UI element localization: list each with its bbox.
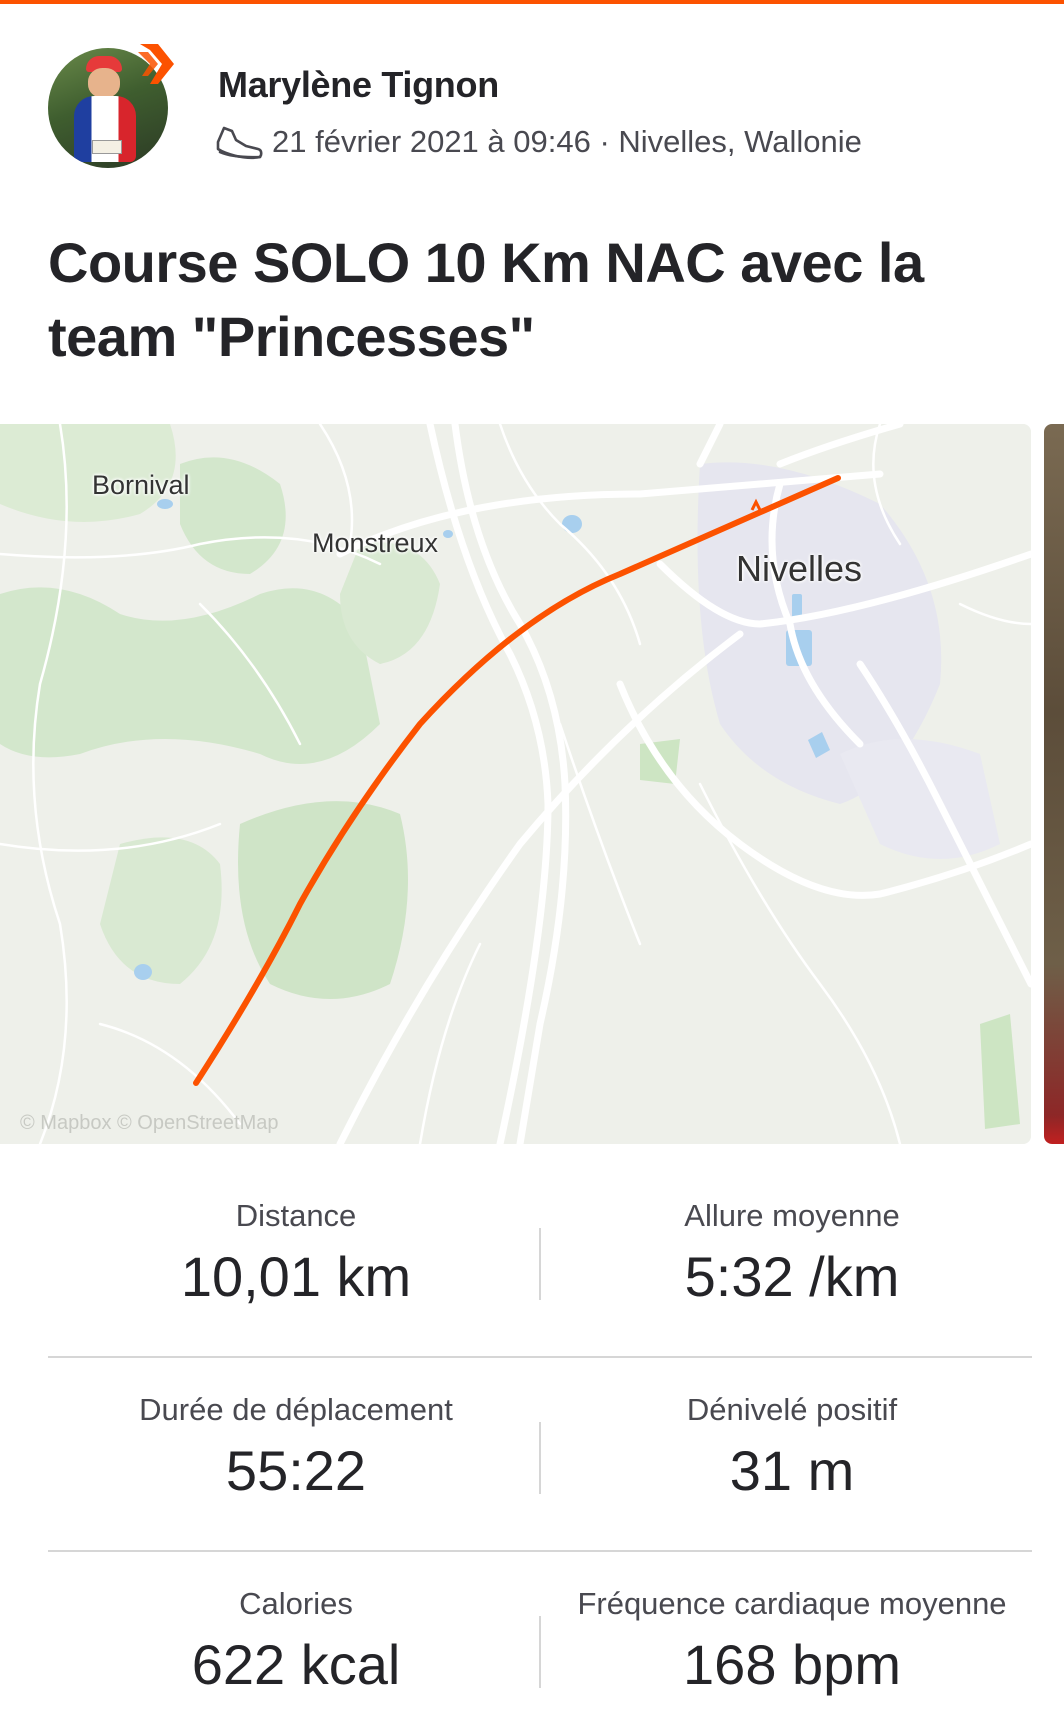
map-label-nivelles: Nivelles [736,548,863,589]
stats-row: Durée de déplacement 55:22 Dénivelé posi… [48,1358,1032,1552]
accent-top-bar [0,0,1064,4]
stat-value: 10,01 km [180,1245,412,1308]
stat-elevation-gain: Dénivelé positif 31 m [544,1358,1040,1552]
strava-subscriber-badge-icon [138,44,174,84]
stat-value: 5:32 /km [684,1245,900,1308]
map-label-bornival: Bornival [92,470,190,500]
activity-title[interactable]: Course SOLO 10 Km NAC avec la team "Prin… [48,226,1028,374]
stat-label: Allure moyenne [684,1198,900,1233]
stat-value: 55:22 [225,1439,367,1502]
activity-header: Marylène Tignon 21 février 2021 à 09:46 … [48,44,1028,178]
activity-photo-peek[interactable] [1044,424,1064,1144]
avatar-race-bib [92,140,122,154]
avatar-face [88,68,120,98]
activity-meta: 21 février 2021 à 09:46 · Nivelles, Wall… [214,120,862,164]
map-canvas [0,424,1031,1144]
map-attribution[interactable]: © Mapbox © OpenStreetMap [20,1112,279,1135]
stat-value: 31 m [729,1439,855,1502]
stat-average-pace: Allure moyenne 5:32 /km [544,1164,1040,1358]
stat-divider [539,1228,541,1300]
stat-distance: Distance 10,01 km [48,1164,544,1358]
running-shoe-icon [216,126,263,160]
athlete-name[interactable]: Marylène Tignon [218,64,499,106]
stat-average-heart-rate: Fréquence cardiaque moyenne 168 bpm [544,1552,1040,1715]
stat-value: 622 kcal [191,1633,401,1696]
stats-row: Distance 10,01 km Allure moyenne 5:32 /k… [48,1164,1032,1358]
stat-label: Fréquence cardiaque moyenne [577,1586,1007,1621]
stat-divider [539,1616,541,1688]
stat-label: Dénivelé positif [686,1392,898,1427]
activity-date-location: 21 février 2021 à 09:46 · Nivelles, Wall… [272,124,862,159]
activity-stats: Distance 10,01 km Allure moyenne 5:32 /k… [48,1164,1032,1715]
map-label-monstreux: Monstreux [312,528,439,558]
stat-label: Distance [235,1198,357,1233]
stat-calories: Calories 622 kcal [48,1552,544,1715]
stats-row: Calories 622 kcal Fréquence cardiaque mo… [48,1552,1032,1715]
stat-value: 168 bpm [683,1633,901,1696]
stat-moving-time: Durée de déplacement 55:22 [48,1358,544,1552]
route-map[interactable]: Bornival Monstreux Nivelles © Mapbox © O… [0,424,1031,1144]
stat-label: Calories [239,1586,353,1621]
stat-divider [539,1422,541,1494]
stat-label: Durée de déplacement [139,1392,453,1427]
